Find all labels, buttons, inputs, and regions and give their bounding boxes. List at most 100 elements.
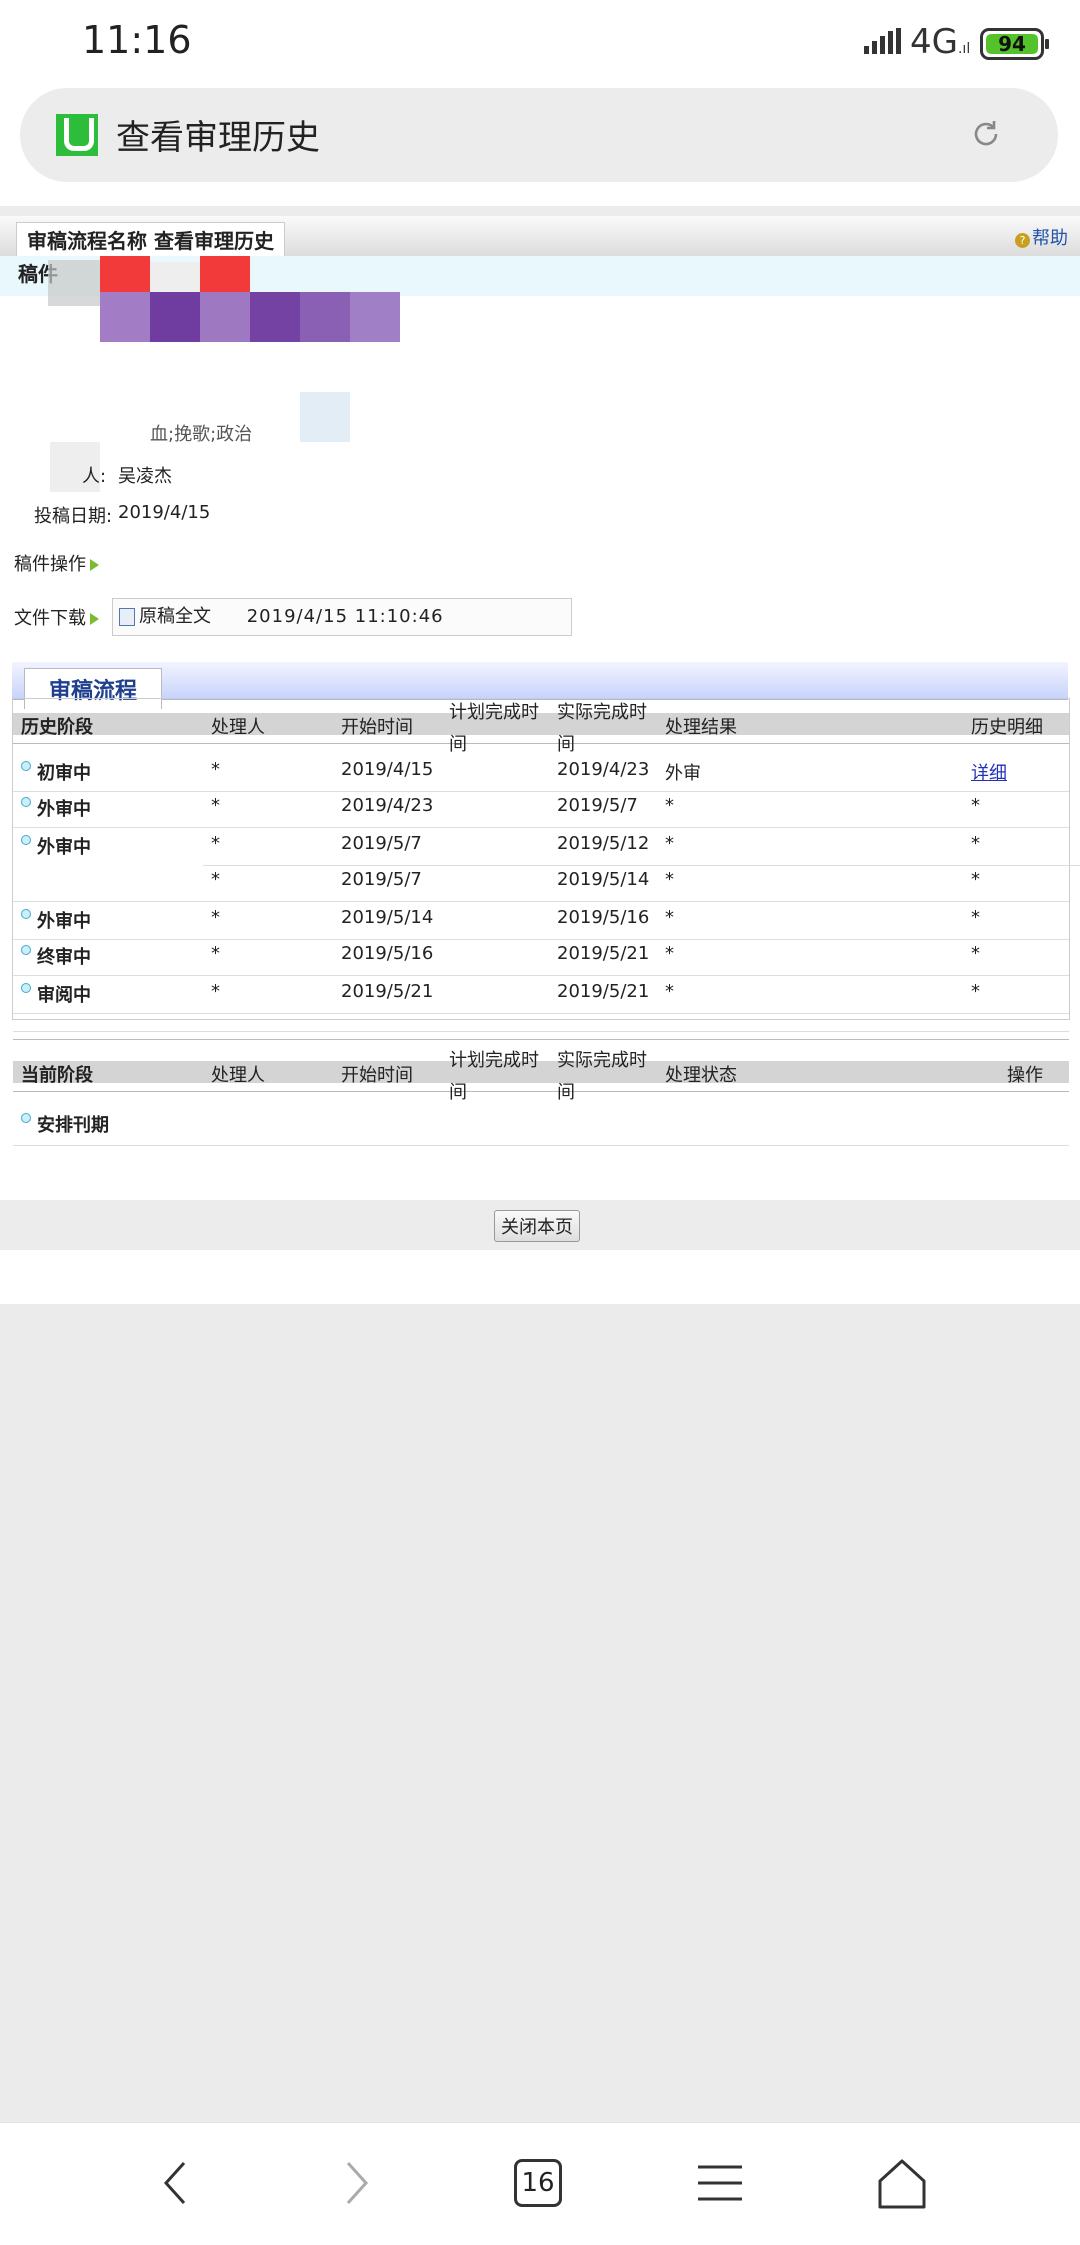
submission-date-label: 投稿日期: bbox=[34, 506, 113, 527]
back-icon[interactable] bbox=[146, 2153, 206, 2213]
help-icon: ? bbox=[1015, 233, 1030, 248]
redacted-mosaic bbox=[200, 292, 250, 342]
history-row-actual: 2019/5/16 bbox=[557, 907, 650, 928]
file-time: 2019/4/15 11:10:46 bbox=[246, 606, 444, 627]
header-actual: 实际完成时间 bbox=[557, 702, 647, 755]
home-icon[interactable] bbox=[872, 2153, 932, 2213]
battery-icon: 94 bbox=[980, 28, 1049, 60]
history-row-start: 2019/5/21 bbox=[341, 981, 434, 1002]
bullet-icon bbox=[21, 909, 31, 919]
history-row-start: 2019/5/7 bbox=[341, 869, 422, 890]
header-current-handler: 处理人 bbox=[211, 1065, 265, 1086]
history-row-result: * bbox=[665, 907, 674, 928]
history-row-actual: 2019/5/14 bbox=[557, 869, 650, 890]
redacted-mosaic bbox=[100, 256, 150, 292]
redacted-mosaic bbox=[350, 292, 400, 342]
history-row-result: * bbox=[665, 981, 674, 1002]
redacted-mosaic bbox=[200, 256, 250, 292]
web-page: 审稿流程名称 查看审理历史 ? 帮助 稿件 血;挽歌;政治 人: 吴凌杰 投稿日期… bbox=[0, 206, 1080, 1304]
history-row-detail: * bbox=[971, 981, 980, 1002]
history-row-stage: 外审中 bbox=[21, 795, 91, 821]
history-row-stage: 审阅中 bbox=[21, 981, 91, 1007]
submission-date-value: 2019/4/15 bbox=[118, 502, 211, 523]
manuscript-ops[interactable]: 稿件操作 bbox=[14, 550, 99, 576]
bullet-icon bbox=[21, 761, 31, 771]
author-label: 人: bbox=[82, 466, 107, 487]
history-row-stage: 终审中 bbox=[21, 943, 91, 969]
history-table: 历史阶段 处理人 开始时间 计划完成时间 实际完成时间 处理结果 历史明细 初审… bbox=[12, 698, 1080, 1146]
history-row-handler: * bbox=[211, 981, 220, 1002]
header-current-stage: 当前阶段 bbox=[21, 1065, 93, 1086]
history-row-result: 外审 bbox=[665, 763, 701, 784]
header-current-actual: 实际完成时间 bbox=[557, 1050, 647, 1103]
status-bar: 11:16 4G.ıl 94 bbox=[0, 0, 1080, 86]
header-current-status: 处理状态 bbox=[665, 1065, 737, 1086]
menu-icon[interactable] bbox=[690, 2153, 750, 2213]
history-row-start: 2019/4/23 bbox=[341, 795, 434, 816]
document-icon bbox=[119, 608, 135, 626]
header-current-op: 操作 bbox=[1007, 1065, 1043, 1086]
redacted-mosaic bbox=[300, 392, 350, 442]
bullet-icon bbox=[21, 945, 31, 955]
history-row-start: 2019/5/14 bbox=[341, 907, 434, 928]
history-row-result: * bbox=[665, 943, 674, 964]
help-link[interactable]: ? 帮助 bbox=[1015, 224, 1068, 250]
browser-toolbar: 查看审理历史 bbox=[0, 86, 1080, 206]
redacted-mosaic bbox=[150, 292, 200, 342]
history-row-detail: * bbox=[971, 795, 980, 816]
history-row-handler: * bbox=[211, 943, 220, 964]
signal-icon bbox=[864, 28, 901, 54]
history-row-start: 2019/5/7 bbox=[341, 833, 422, 854]
history-row-handler: * bbox=[211, 795, 220, 816]
bullet-icon bbox=[21, 835, 31, 845]
history-row-stage: 初审中 bbox=[21, 759, 91, 785]
history-row-start: 2019/5/16 bbox=[341, 943, 434, 964]
battery-level: 94 bbox=[998, 32, 1026, 56]
tabs-button[interactable]: 16 bbox=[508, 2153, 568, 2213]
history-row-handler: * bbox=[211, 759, 220, 780]
redacted-mosaic bbox=[300, 292, 350, 342]
tabs-count: 16 bbox=[514, 2159, 562, 2207]
header-current-start: 开始时间 bbox=[341, 1065, 413, 1086]
redacted-mosaic bbox=[150, 262, 200, 292]
arrow-right-icon bbox=[90, 559, 99, 571]
file-download-label: 文件下载 bbox=[14, 604, 99, 630]
history-row-handler: * bbox=[211, 833, 220, 854]
close-page-button[interactable]: 关闭本页 bbox=[494, 1210, 580, 1242]
browser-nav-bar: 16 bbox=[0, 2122, 1080, 2245]
current-row: 安排刊期 bbox=[21, 1111, 109, 1137]
history-row-detail: * bbox=[971, 869, 980, 890]
arrow-right-icon bbox=[90, 613, 99, 625]
history-row-result: * bbox=[665, 795, 674, 816]
history-row-result: * bbox=[665, 869, 674, 890]
bullet-icon bbox=[21, 797, 31, 807]
history-row-handler: * bbox=[211, 869, 220, 890]
header-start: 开始时间 bbox=[341, 717, 413, 738]
keywords-value: 血;挽歌;政治 bbox=[150, 424, 253, 445]
forward-icon[interactable] bbox=[326, 2153, 386, 2213]
file-name[interactable]: 原稿全文 bbox=[139, 606, 211, 627]
header-stage: 历史阶段 bbox=[21, 717, 93, 738]
page-title: 查看审理历史 bbox=[116, 118, 320, 158]
reload-icon[interactable] bbox=[970, 118, 1002, 150]
bullet-icon bbox=[21, 1113, 31, 1123]
history-row-detail[interactable]: 详细 bbox=[971, 759, 1007, 785]
redacted-mosaic bbox=[100, 292, 150, 342]
history-row-detail: * bbox=[971, 833, 980, 854]
author-value: 吴凌杰 bbox=[118, 466, 172, 487]
header-detail: 历史明细 bbox=[971, 717, 1043, 738]
address-bar[interactable]: 查看审理历史 bbox=[20, 88, 1058, 182]
history-row-actual: 2019/5/21 bbox=[557, 981, 650, 1002]
history-row-actual: 2019/5/7 bbox=[557, 795, 638, 816]
network-type: 4G.ıl bbox=[910, 22, 971, 62]
redacted-mosaic bbox=[250, 292, 300, 342]
site-favicon-icon bbox=[56, 114, 98, 156]
history-row-actual: 2019/4/23 bbox=[557, 759, 650, 780]
history-row-detail: * bbox=[971, 907, 980, 928]
status-time: 11:16 bbox=[82, 18, 192, 62]
history-row-stage: 外审中 bbox=[21, 907, 91, 933]
header-current-plan: 计划完成时间 bbox=[449, 1050, 539, 1103]
file-download-item[interactable]: 原稿全文 2019/4/15 11:10:46 bbox=[112, 598, 572, 636]
flow-tab-bar: 审稿流程 bbox=[12, 662, 1068, 709]
history-row-stage: 外审中 bbox=[21, 833, 91, 859]
